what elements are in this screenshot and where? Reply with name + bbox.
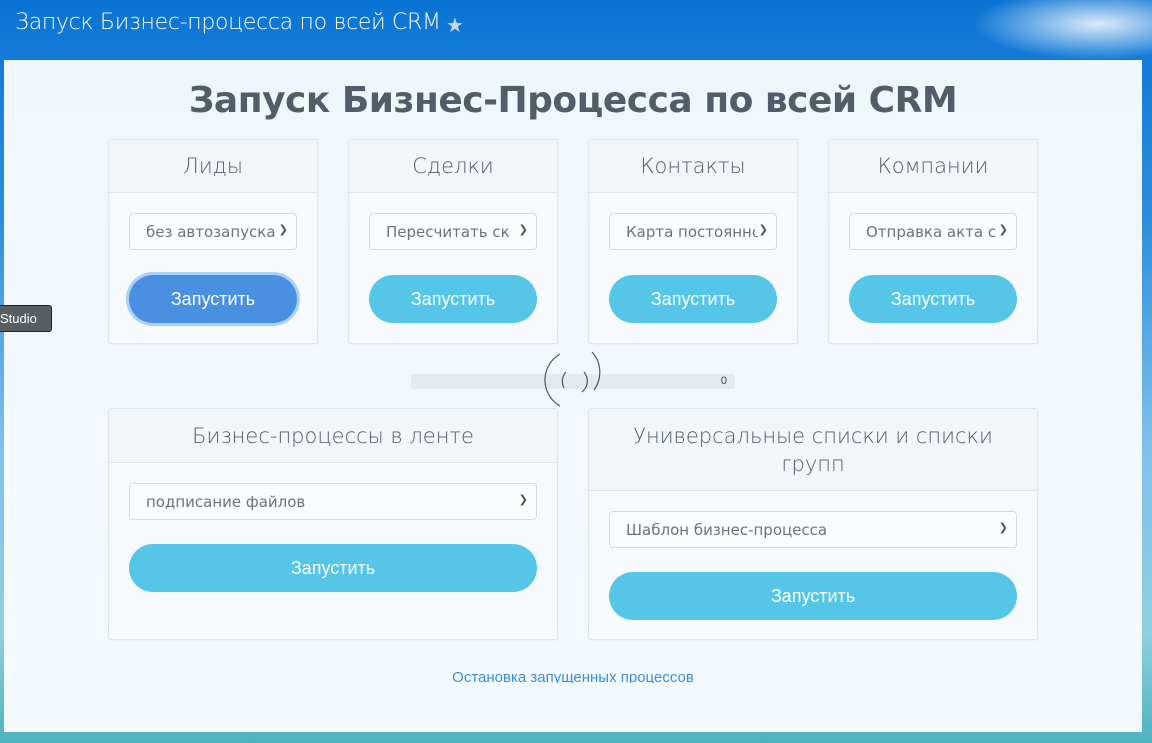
- top-bar: Запуск Бизнес-процесса по всей CRM ★: [0, 0, 1152, 60]
- loading-spinner-icon: [544, 351, 601, 407]
- progress-value: 0: [720, 375, 727, 387]
- select-value: Карта постоянно: [626, 222, 762, 241]
- studio-tooltip: Studio: [0, 305, 52, 332]
- card-contacts: Контакты Карта постоянно ❯ Запустить: [588, 139, 798, 344]
- select-value: Шаблон бизнес-процесса: [626, 520, 828, 539]
- lists-run-button[interactable]: Запустить: [609, 572, 1017, 620]
- chevron-down-icon: ❯: [994, 521, 1008, 534]
- companies-run-button[interactable]: Запустить: [849, 275, 1017, 323]
- feed-run-button[interactable]: Запустить: [129, 544, 537, 592]
- chevron-down-icon: ❯: [994, 223, 1008, 236]
- main-heading: Запуск Бизнес-Процесса по всей CRM: [188, 80, 958, 121]
- card-companies: Компании Отправка акта с ❯ Запустить: [828, 139, 1038, 344]
- stop-processes-link[interactable]: Остановка запущенных процессов: [4, 668, 1142, 683]
- select-value: без автозапуска: [146, 222, 276, 241]
- select-value: Отправка акта с: [866, 222, 997, 241]
- card-deals: Сделки Пересчитать ск ❯ Запустить: [348, 139, 558, 344]
- select-value: Пересчитать ск: [386, 222, 510, 241]
- card-title: Контакты: [589, 140, 797, 193]
- card-leads: Лиды без автозапуска ❯ Запустить: [108, 139, 318, 344]
- contacts-select[interactable]: Карта постоянно ❯: [609, 213, 777, 250]
- leads-select[interactable]: без автозапуска ❯: [129, 213, 297, 250]
- chevron-down-icon: ❯: [754, 223, 768, 236]
- card-universal-lists: Универсальные списки и списки групп Шабл…: [588, 408, 1038, 640]
- card-feed-processes: Бизнес-процессы в ленте подписание файло…: [108, 408, 558, 640]
- feed-select[interactable]: подписание файлов ❯: [129, 483, 537, 520]
- card-title: Компании: [829, 140, 1037, 193]
- card-title: Бизнес-процессы в ленте: [109, 409, 557, 463]
- deals-select[interactable]: Пересчитать ск ❯: [369, 213, 537, 250]
- card-title: Универсальные списки и списки групп: [589, 409, 1037, 491]
- chevron-down-icon: ❯: [274, 223, 288, 236]
- chevron-down-icon: ❯: [514, 223, 528, 236]
- card-title: Сделки: [349, 140, 557, 193]
- companies-select[interactable]: Отправка акта с ❯: [849, 213, 1017, 250]
- page-title: Запуск Бизнес-процесса по всей CRM: [15, 10, 441, 35]
- card-title: Лиды: [109, 140, 317, 193]
- leads-run-button[interactable]: Запустить: [129, 275, 297, 323]
- select-value: подписание файлов: [146, 492, 306, 511]
- background-cloud: [972, 0, 1152, 60]
- lists-select[interactable]: Шаблон бизнес-процесса ❯: [609, 511, 1017, 548]
- main-panel: Запуск Бизнес-Процесса по всей CRM Лиды …: [4, 60, 1142, 732]
- chevron-down-icon: ❯: [514, 493, 528, 506]
- star-icon[interactable]: ★: [446, 13, 464, 38]
- contacts-run-button[interactable]: Запустить: [609, 275, 777, 323]
- deals-run-button[interactable]: Запустить: [369, 275, 537, 323]
